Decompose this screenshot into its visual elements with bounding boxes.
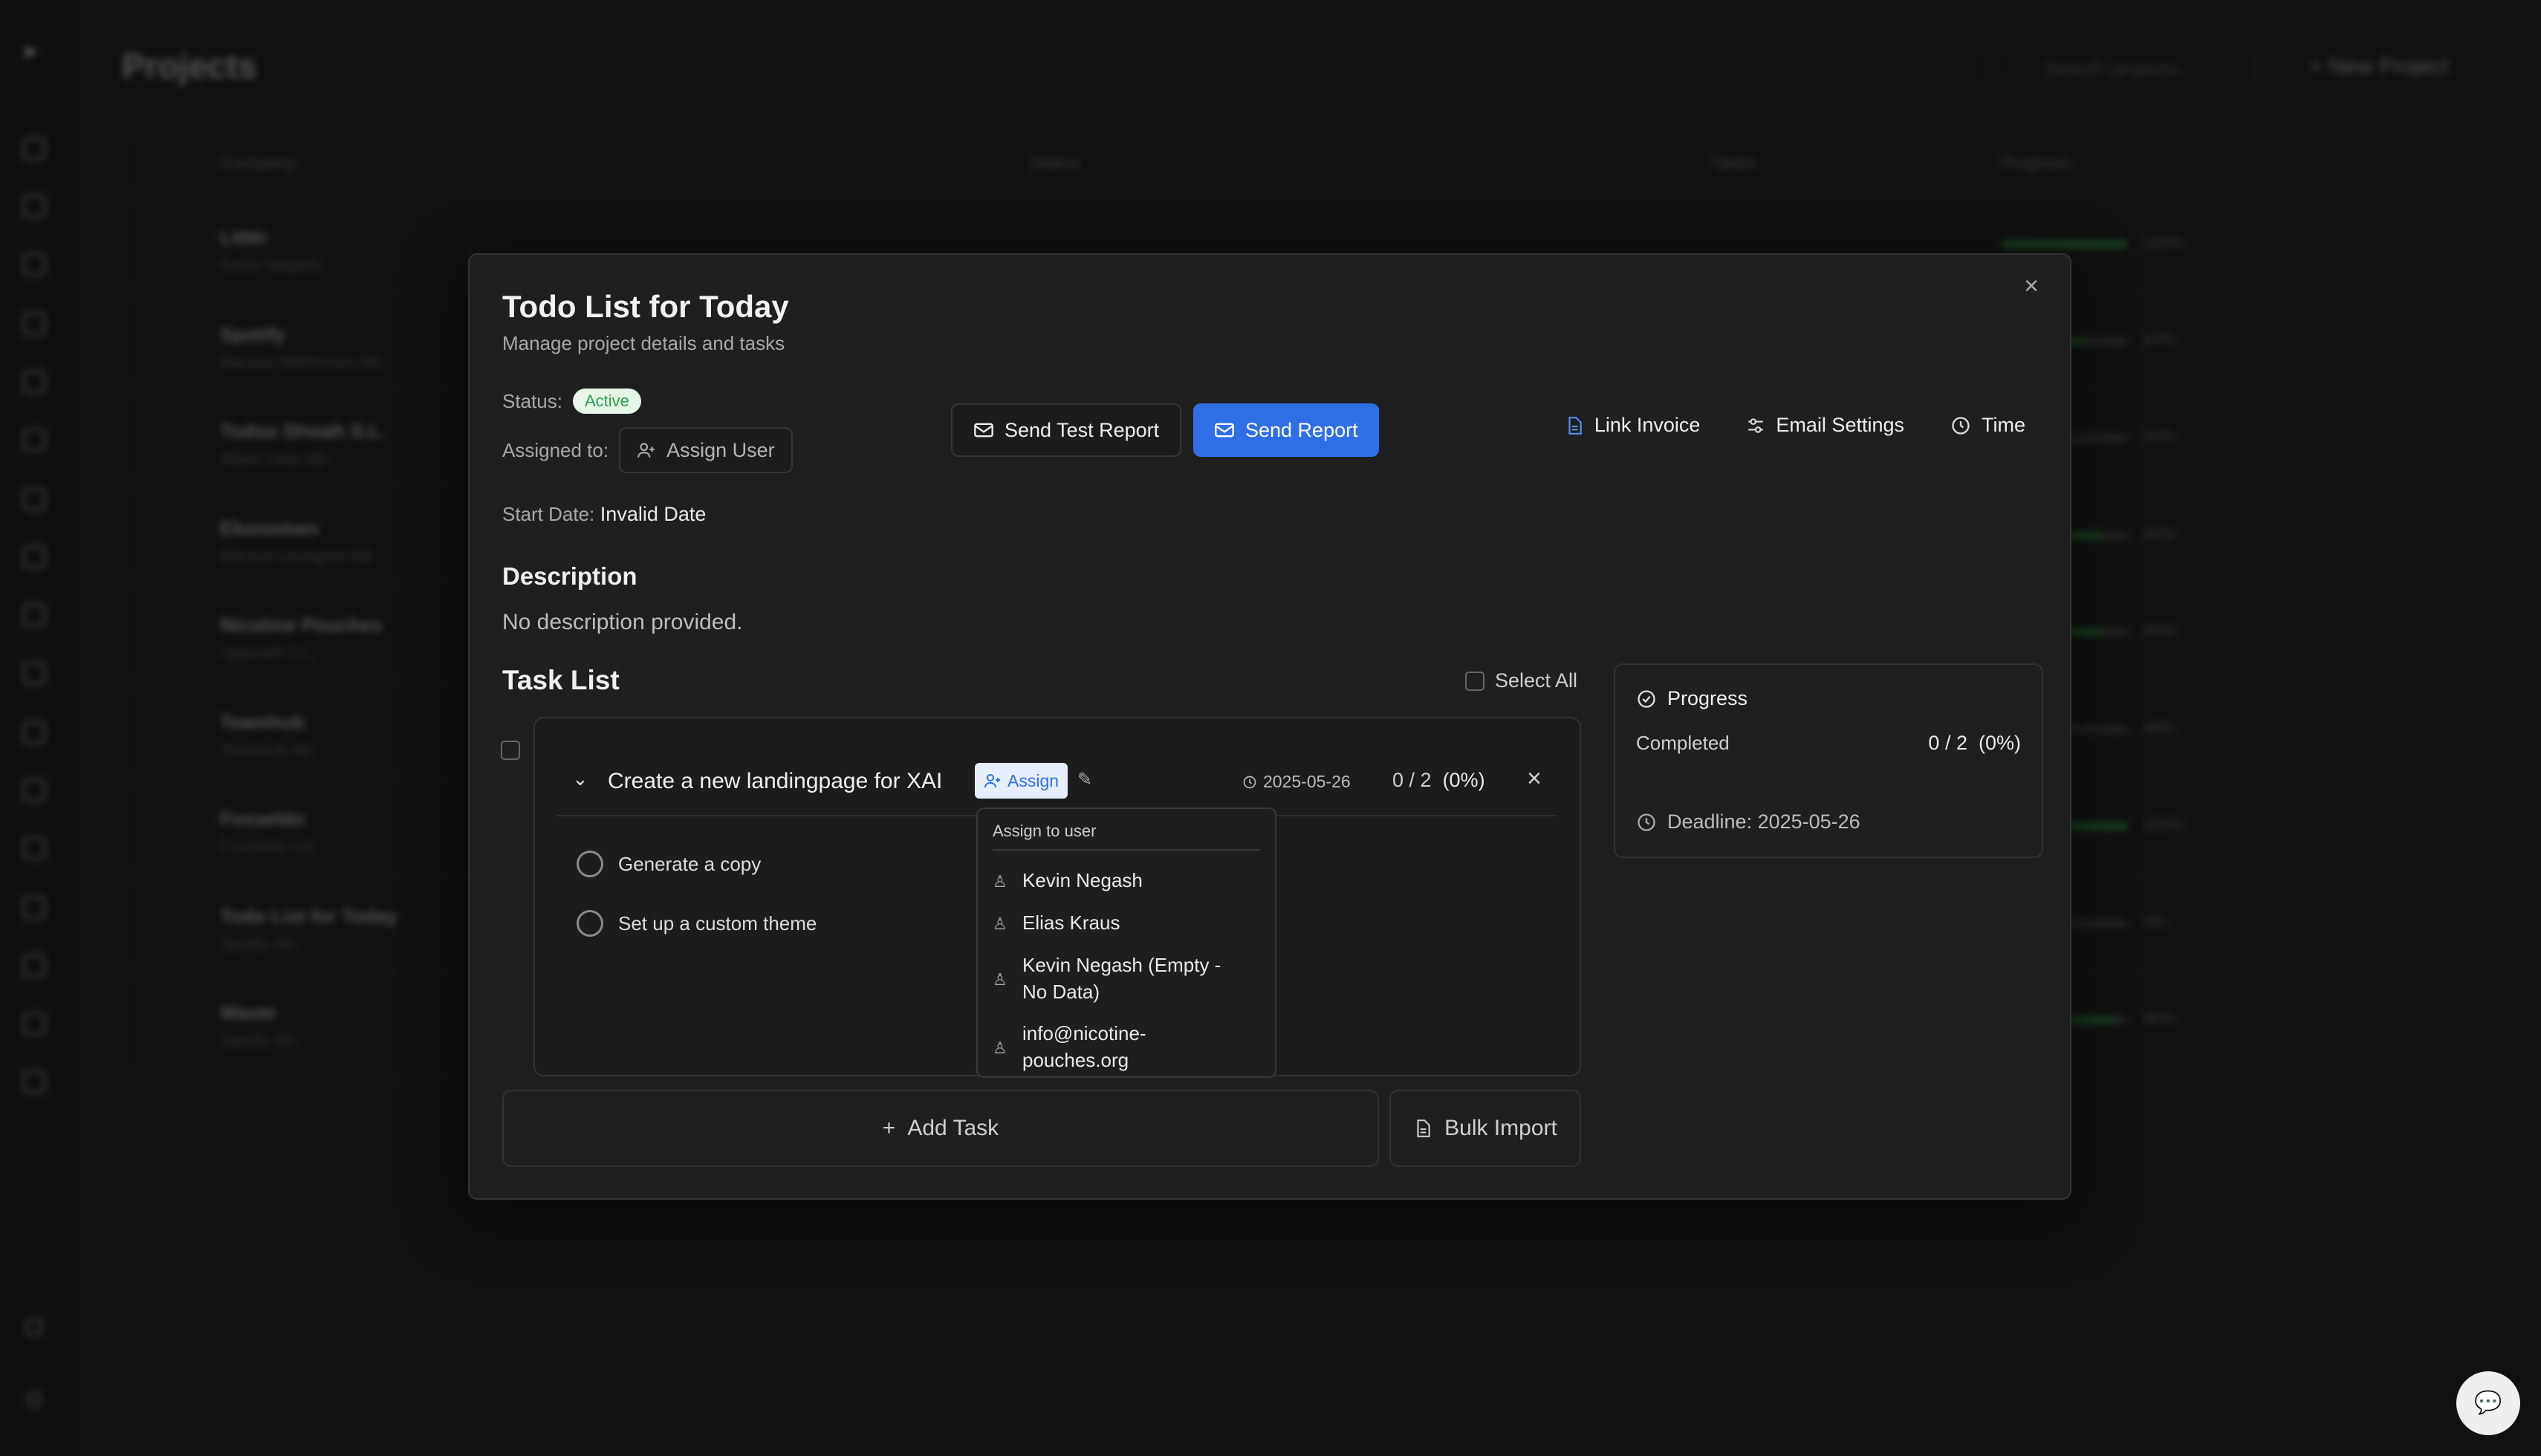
- clock-icon: [1243, 776, 1256, 788]
- subtask-label: Set up a custom theme: [618, 911, 817, 935]
- time-button[interactable]: Time: [1950, 414, 2025, 437]
- start-date-label: Start Date:: [502, 503, 595, 525]
- file-icon: [1417, 1119, 1430, 1137]
- task-date: 2025-05-26: [1242, 772, 1351, 792]
- user-icon: ♙: [993, 1039, 1007, 1057]
- sliders-icon: [1748, 417, 1764, 433]
- check-circle-icon: [1638, 689, 1655, 708]
- clock-icon: [1952, 416, 1970, 435]
- assign-user-label: Assign User: [666, 438, 775, 461]
- mail-icon: [1215, 423, 1234, 438]
- status-label: Status:: [502, 389, 562, 412]
- subtask-label: Generate a copy: [618, 852, 762, 875]
- add-task-label: Add Task: [907, 1116, 999, 1140]
- modal-subtitle: Manage project details and tasks: [502, 332, 785, 354]
- progress-panel: Progress Completed 0 / 2 (0%) Deadline: …: [1614, 663, 2043, 858]
- header-actions: Link Invoice Email Settings Time: [1565, 414, 2025, 437]
- description-heading: Description: [502, 562, 637, 590]
- dropdown-user-item[interactable]: ♙ Kevin Negash: [978, 859, 1275, 901]
- bulk-import-button[interactable]: Bulk Import: [1389, 1090, 1581, 1167]
- subtask-radio[interactable]: [577, 851, 603, 877]
- status-badge: Active: [572, 389, 641, 414]
- user-icon: ♙: [993, 970, 1007, 989]
- deadline: Deadline: 2025-05-26: [1636, 810, 1860, 833]
- delete-task-icon[interactable]: ×: [1527, 764, 1542, 793]
- chevron-down-icon[interactable]: ⌄: [572, 767, 588, 790]
- send-report-button[interactable]: Send Report: [1193, 403, 1379, 457]
- project-modal: × Todo List for Today Manage project det…: [468, 253, 2071, 1200]
- chat-icon[interactable]: 💬: [2456, 1371, 2520, 1435]
- assign-label: Assign: [1007, 770, 1059, 790]
- assign-button[interactable]: Assign: [975, 763, 1068, 799]
- dropdown-user-item[interactable]: ♙ Kevin Negash (Empty - No Data): [978, 944, 1275, 1013]
- send-test-report-button[interactable]: Send Test Report: [951, 403, 1182, 457]
- user-icon: ♙: [993, 914, 1007, 933]
- start-date-value: Invalid Date: [600, 503, 707, 525]
- close-icon[interactable]: ×: [2015, 270, 2048, 302]
- completed-label: Completed: [1636, 732, 1730, 754]
- link-invoice-button[interactable]: Link Invoice: [1565, 414, 1701, 437]
- select-all-checkbox[interactable]: Select All: [1465, 669, 1577, 692]
- clock-icon: [1638, 813, 1655, 831]
- subtask-item[interactable]: Generate a copy: [577, 851, 761, 877]
- user-plus-icon: [984, 774, 1000, 788]
- task-count: 0 / 2 (0%): [1392, 769, 1485, 791]
- add-task-button[interactable]: + Add Task: [502, 1090, 1379, 1167]
- subtask-radio[interactable]: [577, 910, 603, 937]
- email-settings-label: Email Settings: [1776, 414, 1904, 436]
- time-label: Time: [1982, 414, 2025, 436]
- start-date-row: Start Date: Invalid Date: [502, 503, 706, 526]
- pencil-icon[interactable]: ✎: [1077, 769, 1092, 790]
- checkbox[interactable]: [1465, 671, 1484, 691]
- dropdown-user-item[interactable]: ♙ info@nicotine-pouches.org: [978, 1013, 1275, 1081]
- assigned-row: Assigned to: Assign User: [502, 427, 793, 473]
- file-icon: [1568, 416, 1582, 435]
- user-plus-icon: [637, 443, 655, 458]
- dropdown-header: Assign to user: [993, 818, 1260, 851]
- mail-icon: [974, 423, 993, 438]
- assign-user-dropdown: Assign to user ♙ Kevin Negash ♙ Elias Kr…: [976, 807, 1276, 1078]
- dropdown-user-item[interactable]: ♙ Elias Kraus: [978, 901, 1275, 944]
- task-list-heading: Task List: [502, 665, 620, 695]
- plus-icon: +: [882, 1116, 896, 1140]
- assign-user-button[interactable]: Assign User: [619, 427, 793, 473]
- task-date-value: 2025-05-26: [1263, 772, 1351, 791]
- user-icon: ♙: [993, 872, 1007, 891]
- task-checkbox[interactable]: [501, 741, 520, 760]
- modal-title: Todo List for Today: [502, 289, 789, 324]
- send-test-report-label: Send Test Report: [1005, 418, 1160, 441]
- bulk-import-label: Bulk Import: [1444, 1116, 1557, 1140]
- send-report-label: Send Report: [1245, 418, 1358, 441]
- subtask-item[interactable]: Set up a custom theme: [577, 910, 817, 937]
- task-name: Create a new landingpage for XAI: [608, 769, 943, 793]
- assigned-label: Assigned to:: [502, 438, 609, 461]
- status-row: Status: Active: [502, 389, 641, 414]
- link-invoice-label: Link Invoice: [1594, 414, 1701, 436]
- progress-title: Progress: [1636, 687, 1747, 710]
- description-text: No description provided.: [502, 610, 743, 634]
- select-all-label: Select All: [1495, 669, 1578, 692]
- completed-value: 0 / 2 (0%): [1928, 732, 2021, 754]
- email-settings-button[interactable]: Email Settings: [1746, 414, 1904, 437]
